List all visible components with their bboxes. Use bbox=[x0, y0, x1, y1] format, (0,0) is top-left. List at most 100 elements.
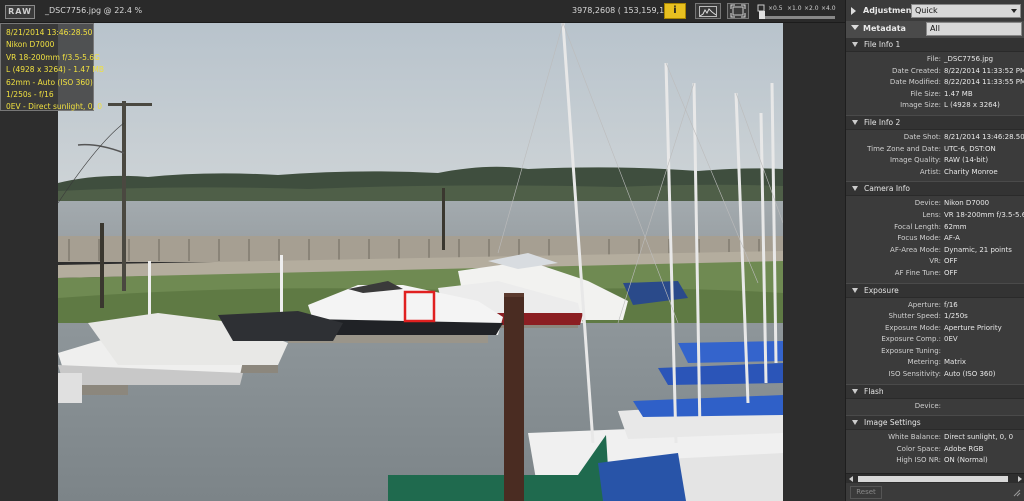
section-header[interactable]: File Info 2 bbox=[846, 114, 1024, 130]
section-header[interactable]: Image Settings bbox=[846, 415, 1024, 431]
side-panel: Adjustments Quick Metadata All File Info… bbox=[845, 0, 1024, 501]
metadata-value: Auto (ISO 360) bbox=[944, 370, 996, 379]
metadata-value: 1.47 MB bbox=[944, 89, 973, 98]
raw-toggle-button[interactable]: RAW bbox=[5, 5, 35, 19]
adjustments-dropdown-value: Quick bbox=[915, 6, 938, 15]
photo-marina[interactable] bbox=[58, 23, 783, 501]
metadata-row: Metering: Matrix bbox=[846, 358, 1024, 370]
metadata-key: Exposure Mode: bbox=[884, 323, 941, 332]
metadata-key: File Size: bbox=[910, 89, 941, 98]
metadata-list[interactable]: File Info 1 File: _DSC7756.jpg Date Created… bbox=[846, 37, 1024, 472]
metadata-key: File: bbox=[926, 55, 941, 63]
metadata-key: VR: bbox=[929, 257, 941, 266]
metadata-row: Image Quality: RAW (14-bit) bbox=[846, 156, 1024, 168]
section-collapse-icon[interactable] bbox=[852, 42, 858, 47]
section-header[interactable]: Exposure bbox=[846, 282, 1024, 298]
metadata-row: Time Zone and Date: UTC-6, DST:ON bbox=[846, 145, 1024, 157]
metadata-value: 62mm bbox=[944, 222, 967, 231]
metadata-key: Device: bbox=[914, 401, 941, 410]
section-rows: Device: Nikon D7000 Lens: VR 18-200mm f/3.5… bbox=[846, 196, 1024, 282]
section-rows: Date Shot: 8/21/2014 13:46:28.50 Time Zone… bbox=[846, 130, 1024, 181]
metadata-key: Metering: bbox=[907, 358, 941, 367]
metadata-row: Exposure Comp.: 0EV bbox=[846, 335, 1024, 347]
metadata-row: File: _DSC7756.jpg bbox=[846, 55, 1024, 67]
zoom-slider[interactable]: ×0.5 ×1.0 ×2.0 ×4.0 bbox=[757, 2, 837, 21]
section-collapse-icon[interactable] bbox=[852, 420, 858, 426]
section-header[interactable]: Camera Info bbox=[846, 181, 1024, 197]
metadata-key: ISO Sensitivity: bbox=[888, 370, 941, 379]
metadata-row: AF Fine Tune: OFF bbox=[846, 269, 1024, 281]
zoom-label-half[interactable]: ×0.5 bbox=[768, 5, 783, 12]
metadata-row: Image Size: L (4928 x 3264) bbox=[846, 101, 1024, 113]
metadata-key: Exposure Tuning: bbox=[881, 346, 941, 355]
reset-button[interactable]: Reset bbox=[850, 486, 882, 499]
section-header[interactable]: File Info 1 bbox=[846, 37, 1024, 52]
metadata-value: 1/250s bbox=[944, 312, 968, 321]
zoom-label-2x[interactable]: ×2.0 bbox=[804, 5, 819, 12]
metadata-value: 8/22/2014 11:33:55 PM bbox=[944, 78, 1024, 87]
metadata-value: OFF bbox=[944, 268, 958, 277]
metadata-key: Image Quality: bbox=[889, 156, 941, 165]
section-collapse-icon[interactable] bbox=[852, 388, 858, 394]
overlay-line: 62mm - Auto (ISO 360) bbox=[6, 77, 93, 87]
metadata-row: Date Created: 8/22/2014 11:33:52 PM bbox=[846, 67, 1024, 79]
metadata-row: Focal Length: 62mm bbox=[846, 223, 1024, 235]
file-title: _DSC7756.jpg @ 22.4 % bbox=[45, 6, 143, 15]
histogram-button[interactable] bbox=[695, 3, 721, 19]
overlay-line: Nikon D7000 bbox=[6, 40, 55, 50]
overlay-line: 1/250s - f/16 bbox=[6, 90, 54, 100]
adjustments-header[interactable]: Adjustments Quick bbox=[846, 3, 1024, 19]
scroll-right-icon[interactable] bbox=[1018, 476, 1022, 482]
section-header[interactable]: Flash bbox=[846, 383, 1024, 399]
metadata-row: Artist: Charity Monroe bbox=[846, 168, 1024, 180]
metadata-key: Color Space: bbox=[896, 444, 941, 453]
metadata-value: VR 18-200mm f/3.5-5.6G bbox=[944, 210, 1024, 219]
expand-arrow-icon[interactable] bbox=[851, 25, 859, 30]
zoom-track[interactable] bbox=[763, 16, 835, 19]
metadata-value: AF-A bbox=[944, 234, 960, 243]
zoom-label-1x[interactable]: ×1.0 bbox=[787, 5, 802, 12]
viewer-toolbar: RAW _DSC7756.jpg @ 22.4 % 3978,2608 ( 15… bbox=[0, 0, 845, 23]
section-collapse-icon[interactable] bbox=[852, 287, 858, 293]
metadata-row: ISO Sensitivity: Auto (ISO 360) bbox=[846, 370, 1024, 382]
metadata-value: RAW (14-bit) bbox=[944, 156, 989, 165]
metadata-value: Adobe RGB bbox=[944, 444, 984, 453]
horizontal-scrollbar[interactable] bbox=[846, 473, 1024, 483]
chevron-down-icon bbox=[1011, 9, 1017, 13]
zoom-label-4x[interactable]: ×4.0 bbox=[821, 5, 836, 12]
metadata-value: _DSC7756.jpg bbox=[944, 55, 994, 63]
metadata-header[interactable]: Metadata All bbox=[846, 21, 1024, 37]
section-title: Exposure bbox=[864, 285, 899, 295]
metadata-row: White Balance: Direct sunlight, 0, 0 bbox=[846, 433, 1024, 445]
adjustments-dropdown[interactable]: Quick bbox=[911, 4, 1021, 18]
metadata-row: Date Shot: 8/21/2014 13:46:28.50 bbox=[846, 133, 1024, 145]
metadata-row: Exposure Tuning: bbox=[846, 347, 1024, 359]
metadata-row: Exposure Mode: Aperture Priority bbox=[846, 324, 1024, 336]
overlay-line: 0EV - Direct sunlight, 0, 0 bbox=[6, 102, 103, 112]
metadata-key: Exposure Comp.: bbox=[881, 335, 941, 344]
metadata-value: Aperture Priority bbox=[944, 323, 1002, 332]
section-title: File Info 2 bbox=[864, 117, 901, 127]
overlay-line: VR 18-200mm f/3.5-5.6G bbox=[6, 52, 100, 62]
metadata-key: Date Modified: bbox=[889, 78, 941, 87]
histogram-icon bbox=[699, 6, 717, 17]
collapse-arrow-icon[interactable] bbox=[851, 7, 856, 15]
scrollbar-thumb[interactable] bbox=[858, 476, 1008, 482]
metadata-key: Image Size: bbox=[900, 101, 941, 110]
zoom-knob[interactable] bbox=[759, 11, 765, 19]
fit-to-window-button[interactable] bbox=[727, 3, 749, 19]
metadata-value: 8/21/2014 13:46:28.50 bbox=[944, 132, 1024, 141]
metadata-key: Artist: bbox=[919, 167, 941, 176]
scroll-left-icon[interactable] bbox=[849, 476, 853, 482]
resize-grip-icon[interactable] bbox=[1013, 489, 1021, 497]
metadata-value: OFF bbox=[944, 257, 958, 266]
metadata-key: White Balance: bbox=[888, 433, 941, 442]
info-overlay-button[interactable]: i bbox=[664, 3, 686, 19]
metadata-row: Focus Mode: AF-A bbox=[846, 234, 1024, 246]
shooting-info-overlay: 8/21/2014 13:46:28.50 Nikon D7000 VR 18-… bbox=[0, 23, 104, 112]
metadata-filter-dropdown[interactable]: All bbox=[926, 22, 1022, 36]
metadata-title: Metadata bbox=[863, 24, 906, 33]
metadata-filter-value: All bbox=[930, 24, 940, 33]
section-collapse-icon[interactable] bbox=[852, 119, 858, 125]
section-collapse-icon[interactable] bbox=[852, 186, 858, 192]
